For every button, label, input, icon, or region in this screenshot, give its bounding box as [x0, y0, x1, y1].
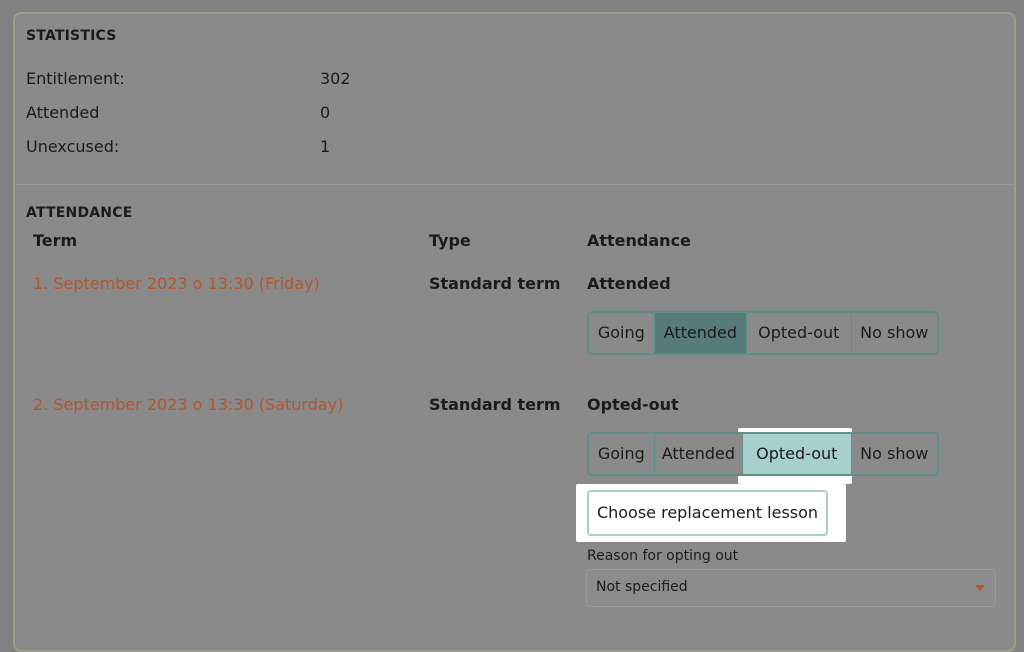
- going-button-row-1[interactable]: Going: [589, 313, 655, 353]
- reason-select[interactable]: Not specified: [586, 569, 996, 607]
- attendance-status-row-1: Attended: [587, 274, 671, 293]
- section-divider: [16, 184, 1015, 185]
- no-show-button-row-2[interactable]: No show: [852, 434, 938, 474]
- term-link-row-2[interactable]: 2. September 2023 o 13:30 (Saturday): [33, 395, 343, 414]
- term-link-row-1[interactable]: 1. September 2023 o 13:30 (Friday): [33, 274, 320, 293]
- reason-for-opting-out-label: Reason for opting out: [587, 548, 739, 564]
- attendance-segmented-control-row-2: Going Attended Opted-out No show: [587, 432, 939, 476]
- term-type-row-1: Standard term: [429, 274, 561, 293]
- attended-button-row-2[interactable]: Attended: [655, 434, 744, 474]
- stat-label-unexcused: Unexcused:: [26, 137, 120, 156]
- attendance-title: ATTENDANCE: [26, 205, 133, 221]
- chevron-down-icon: [975, 585, 985, 591]
- column-header-attendance: Attendance: [587, 231, 691, 250]
- no-show-button-row-1[interactable]: No show: [852, 313, 938, 353]
- attended-button-row-1[interactable]: Attended: [654, 313, 748, 353]
- opted-out-button-row-2[interactable]: Opted-out: [743, 434, 852, 474]
- opted-out-button-row-1[interactable]: Opted-out: [747, 313, 852, 353]
- attendance-segmented-control-row-1: Going Attended Opted-out No show: [587, 311, 939, 355]
- stat-label-entitlement: Entitlement:: [26, 69, 125, 88]
- column-header-term: Term: [33, 231, 78, 250]
- column-header-type: Type: [429, 231, 471, 250]
- stat-value-unexcused: 1: [320, 137, 331, 156]
- term-type-row-2: Standard term: [429, 395, 561, 414]
- stat-value-attended: 0: [320, 103, 331, 122]
- going-button-row-2[interactable]: Going: [589, 434, 655, 474]
- stat-label-attended: Attended: [26, 103, 100, 122]
- choose-replacement-lesson-button[interactable]: Choose replacement lesson: [587, 490, 828, 536]
- attendance-status-row-2: Opted-out: [587, 395, 679, 414]
- stat-value-entitlement: 302: [320, 69, 351, 88]
- reason-select-value: Not specified: [596, 579, 688, 595]
- statistics-title: STATISTICS: [26, 28, 117, 44]
